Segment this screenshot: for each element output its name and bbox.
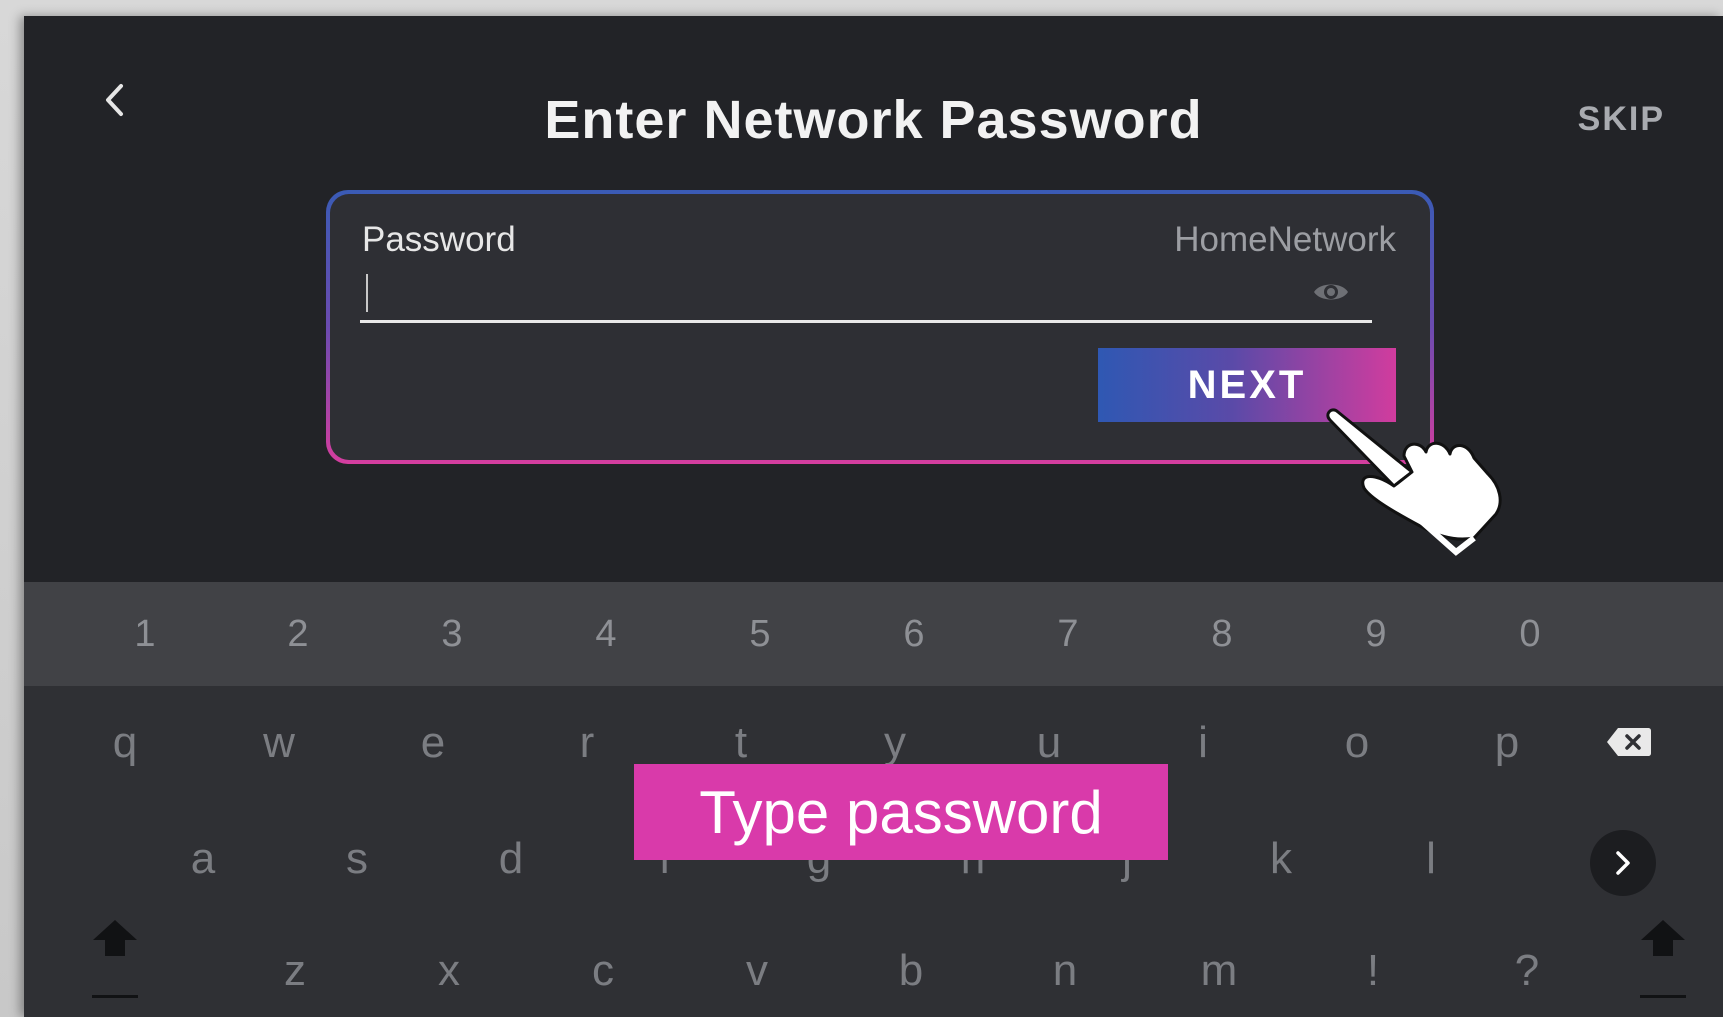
key-3[interactable]: 3 [407,582,497,686]
key-c[interactable]: c [558,926,648,1016]
key-e[interactable]: e [388,698,478,788]
network-name: HomeNetwork [1174,220,1396,259]
key-z[interactable]: z [250,926,340,1016]
key-x[interactable]: x [404,926,494,1016]
password-card-body: Password HomeNetwork NEXT [330,194,1430,460]
skip-button[interactable]: SKIP [1578,100,1665,139]
key-exclamation[interactable]: ! [1328,926,1418,1016]
key-s[interactable]: s [312,814,402,904]
number-row: 1 2 3 4 5 6 7 8 9 0 [24,582,1723,686]
key-p[interactable]: p [1462,698,1552,788]
eye-icon [1314,284,1348,300]
key-l[interactable]: l [1386,814,1476,904]
go-button[interactable] [1590,830,1656,896]
shift-arrow-icon [93,920,137,956]
password-input[interactable] [360,270,1372,323]
instruction-label: Type password [634,764,1168,860]
device-frame: Enter Network Password SKIP Password Hom… [0,0,1723,1017]
chevron-right-icon [1616,851,1630,875]
shift-indicator [1640,995,1686,998]
key-5[interactable]: 5 [715,582,805,686]
screen: Enter Network Password SKIP Password Hom… [24,16,1723,1017]
key-q[interactable]: q [80,698,170,788]
key-8[interactable]: 8 [1177,582,1267,686]
shift-key-right[interactable] [1628,918,1698,998]
shift-indicator [92,995,138,998]
key-n[interactable]: n [1020,926,1110,1016]
key-v[interactable]: v [712,926,802,1016]
key-1[interactable]: 1 [100,582,190,686]
key-m[interactable]: m [1174,926,1264,1016]
key-7[interactable]: 7 [1023,582,1113,686]
key-question[interactable]: ? [1482,926,1572,1016]
key-9[interactable]: 9 [1331,582,1421,686]
key-a[interactable]: a [158,814,248,904]
key-k[interactable]: k [1236,814,1326,904]
key-d[interactable]: d [466,814,556,904]
text-caret [366,274,368,312]
key-0[interactable]: 0 [1485,582,1575,686]
hand-pointer-icon [1326,408,1502,556]
password-label: Password [362,220,516,259]
backspace-icon [1607,728,1651,756]
key-w[interactable]: w [234,698,324,788]
backspace-key[interactable] [1590,712,1668,772]
key-2[interactable]: 2 [253,582,343,686]
password-card: Password HomeNetwork NEXT [326,190,1434,464]
key-4[interactable]: 4 [561,582,651,686]
page-title: Enter Network Password [544,90,1203,150]
show-password-toggle[interactable] [1310,274,1352,310]
key-i[interactable]: i [1158,698,1248,788]
key-o[interactable]: o [1312,698,1402,788]
key-6[interactable]: 6 [869,582,959,686]
key-b[interactable]: b [866,926,956,1016]
shift-arrow-icon [1641,920,1685,956]
shift-key-left[interactable] [80,918,150,998]
key-r[interactable]: r [542,698,632,788]
